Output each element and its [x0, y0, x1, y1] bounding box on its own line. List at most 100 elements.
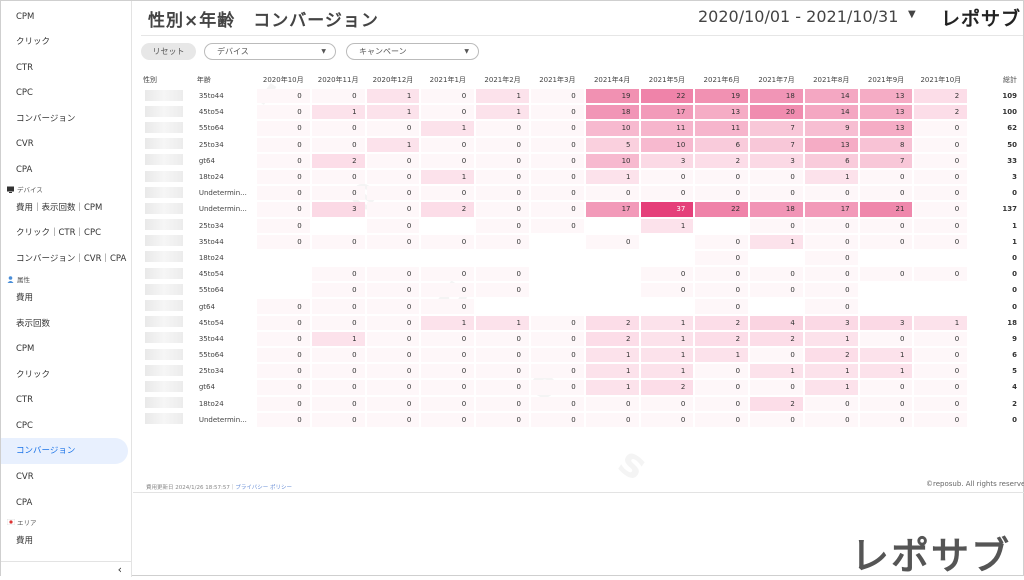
value-cell: 0 — [530, 218, 584, 233]
column-header-month[interactable]: 2021年9月 — [860, 73, 913, 87]
value-cell: 0 — [914, 412, 968, 427]
table-row: 18to24 0 0 0 0 0 0 0 0 0 2 0 0 0 2 — [143, 396, 1021, 411]
page-title: 性別×年齢 コンバージョン — [148, 11, 379, 31]
app-frame: r e p o s CPM クリック CTR CPC コンバージョン CVR C… — [0, 0, 1024, 578]
value-cell: 0 — [366, 331, 420, 346]
column-header-month[interactable]: 2021年2月 — [476, 73, 529, 87]
value-cell: 0 — [256, 169, 310, 185]
section-device: デバイス — [7, 184, 43, 194]
value-cell: 0 — [914, 202, 968, 217]
value-cell — [914, 251, 967, 265]
sidebar-item-attr-impressions[interactable]: 表示回数 — [1, 311, 128, 337]
sidebar-item-ctr[interactable]: CTR — [1, 55, 128, 81]
column-header-month[interactable]: 2021年6月 — [695, 73, 748, 87]
column-header-month[interactable]: 2020年12月 — [367, 73, 420, 87]
value-cell: 13 — [859, 121, 913, 136]
gender-cell — [143, 348, 195, 362]
sidebar-item-cpa[interactable]: CPA — [1, 157, 128, 183]
sidebar-item-attr-cvr[interactable]: CVR — [1, 464, 128, 490]
column-header-month[interactable]: 2021年10月 — [914, 73, 967, 87]
table-row: Undetermin... 0 0 0 0 0 0 0 0 0 0 0 0 0 0 — [143, 412, 1021, 427]
age-cell: Undetermin... — [198, 415, 247, 424]
chevron-down-icon[interactable]: ▼ — [908, 9, 916, 20]
sidebar-item-device-cost[interactable]: 費用｜表示回数｜CPM — [1, 195, 128, 221]
sidebar-item-cvr[interactable]: CVR — [1, 131, 128, 157]
gender-cell — [143, 413, 195, 427]
value-cell — [312, 251, 365, 265]
value-cell: 0 — [366, 202, 420, 217]
sidebar-item-cpc[interactable]: CPC — [1, 80, 128, 106]
device-filter-label: デバイス — [217, 47, 249, 56]
campaign-filter-select[interactable]: キャンペーン ▼ — [346, 43, 479, 60]
value-cell: 0 — [311, 315, 365, 330]
column-header-month[interactable]: 2021年3月 — [531, 73, 584, 87]
column-header-month[interactable]: 2021年1月 — [421, 73, 474, 87]
total-cell: 50 — [1007, 140, 1017, 149]
value-cell: 0 — [695, 169, 749, 185]
reset-button[interactable]: リセット — [141, 43, 196, 60]
column-header-month[interactable]: 2021年4月 — [586, 73, 639, 87]
sidebar-item-conversion[interactable]: コンバージョン — [1, 106, 128, 132]
column-header-age[interactable]: 年齢 — [197, 73, 255, 87]
privacy-policy-link[interactable]: プライバシー ポリシー — [235, 485, 292, 491]
value-cell: 0 — [859, 396, 913, 411]
sidebar-item-attr-cost[interactable]: 費用 — [1, 285, 128, 311]
column-header-gender[interactable]: 性別 — [143, 73, 195, 87]
value-cell: 0 — [750, 186, 803, 201]
value-cell: 0 — [914, 348, 968, 363]
value-cell: 1 — [750, 364, 803, 379]
column-header-month[interactable]: 2021年5月 — [641, 73, 694, 87]
value-cell: 0 — [695, 299, 749, 314]
value-cell: 0 — [476, 202, 529, 217]
total-cell: 0 — [1012, 253, 1017, 262]
value-cell: 14 — [804, 105, 858, 120]
sidebar-collapse-button[interactable]: ‹ — [1, 561, 131, 577]
value-cell: 1 — [366, 105, 420, 120]
device-filter-select[interactable]: デバイス ▼ — [204, 43, 336, 60]
value-cell: 0 — [311, 186, 365, 201]
sidebar-item-device-click[interactable]: クリック｜CTR｜CPC — [1, 220, 128, 246]
value-cell: 0 — [530, 186, 584, 201]
age-cell: 25to34 — [198, 221, 224, 230]
sidebar-item-attr-conversion[interactable]: コンバージョン — [1, 438, 128, 464]
sidebar-item-attr-click[interactable]: クリック — [1, 362, 128, 388]
header-divider — [141, 35, 1023, 36]
sidebar-item-attr-cpc[interactable]: CPC — [1, 413, 128, 439]
value-cell: 0 — [695, 234, 749, 249]
column-header-month[interactable]: 2020年10月 — [257, 73, 310, 87]
column-header-month[interactable]: 2020年11月 — [312, 73, 365, 87]
gender-cell — [143, 299, 195, 313]
gender-cell — [143, 316, 195, 330]
sidebar-item-attr-cpa[interactable]: CPA — [1, 490, 128, 516]
value-cell: 1 — [804, 380, 858, 395]
sidebar-item-area-cost[interactable]: 費用 — [1, 528, 128, 554]
value-cell — [586, 251, 639, 265]
column-header-month[interactable]: 2021年8月 — [805, 73, 858, 87]
redacted-value — [145, 235, 183, 247]
sidebar-item-attr-cpm[interactable]: CPM — [1, 336, 128, 362]
value-cell: 1 — [476, 89, 529, 104]
column-header-total[interactable]: 総計 — [969, 73, 1021, 87]
date-range-picker[interactable]: 2020/10/01 - 2021/10/31 — [698, 7, 898, 26]
column-header-month[interactable]: 2021年7月 — [750, 73, 803, 87]
redacted-value — [145, 219, 183, 231]
value-cell: 2 — [750, 331, 803, 346]
value-cell: 0 — [695, 250, 749, 266]
value-cell: 0 — [476, 186, 529, 201]
value-cell: 0 — [366, 169, 420, 185]
value-cell — [586, 283, 639, 297]
age-cell: gt64 — [198, 302, 215, 311]
sidebar-item-attr-ctr[interactable]: CTR — [1, 387, 128, 413]
gender-cell — [143, 397, 195, 411]
value-cell: 2 — [695, 315, 749, 330]
sidebar-item-click[interactable]: クリック — [1, 29, 128, 55]
sidebar-item-device-conversion[interactable]: コンバージョン｜CVR｜CPA — [1, 246, 128, 272]
value-cell: 3 — [311, 202, 365, 217]
conversion-table-container: 性別 年齢 2020年10月 2020年11月 2020年12月 2021年1月 2021年… — [141, 71, 1023, 429]
sidebar-item-cpm[interactable]: CPM — [1, 4, 128, 30]
footer-updated: 費用更新日 2024/1/26 18:57:57｜プライバシー ポリシー — [146, 483, 292, 491]
value-cell: 0 — [804, 283, 858, 298]
value-cell: 0 — [640, 283, 694, 298]
value-cell: 0 — [914, 218, 968, 233]
header: 性別×年齢 コンバージョン 2020/10/01 - 2021/10/31 ▼ … — [133, 1, 1024, 35]
